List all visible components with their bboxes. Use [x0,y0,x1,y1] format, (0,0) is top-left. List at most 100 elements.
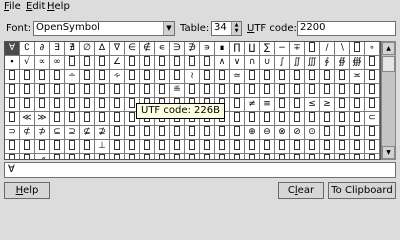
char-cell[interactable] [320,140,334,153]
char-cell[interactable] [290,70,304,83]
char-cell[interactable] [305,112,319,125]
char-cell[interactable]: ⊉ [95,126,109,139]
char-cell[interactable]: ≝ [170,84,184,97]
char-cell[interactable] [200,70,214,83]
scrollbar-thumb[interactable] [382,56,395,72]
menu-file[interactable]: File [4,1,21,13]
char-cell[interactable]: ∯ [335,56,349,69]
char-cell[interactable] [50,84,64,97]
char-cell[interactable] [65,140,79,153]
char-cell[interactable] [230,98,244,111]
scroll-up-icon[interactable]: ▲ [382,42,395,55]
char-cell[interactable]: ≤ [305,98,319,111]
char-cell[interactable]: ≫ [35,112,49,125]
char-cell[interactable]: ∋ [170,42,184,55]
char-cell[interactable] [305,42,319,55]
char-cell[interactable] [20,84,34,97]
char-cell[interactable]: √ [20,56,34,69]
char-cell[interactable] [305,140,319,153]
char-cell[interactable] [35,98,49,111]
char-cell[interactable] [245,84,259,97]
char-cell[interactable] [230,154,244,159]
clear-button[interactable]: Clear [278,182,324,199]
char-cell[interactable]: ⊙ [305,126,319,139]
char-cell[interactable] [170,56,184,69]
char-cell[interactable] [185,56,199,69]
char-cell[interactable]: ∏ [230,42,244,55]
char-cell[interactable]: ∃ [50,42,64,55]
char-cell[interactable] [245,70,259,83]
char-cell[interactable] [5,154,19,159]
char-cell[interactable] [110,154,124,159]
char-cell[interactable] [350,112,364,125]
char-cell[interactable] [215,154,229,159]
char-cell[interactable]: ∧ [215,56,229,69]
char-cell[interactable] [125,154,139,159]
char-cell[interactable] [305,84,319,97]
char-cell[interactable] [365,56,379,69]
char-cell[interactable] [125,140,139,153]
char-cell[interactable] [275,98,289,111]
char-cell[interactable]: ⊖ [260,126,274,139]
char-cell[interactable] [275,84,289,97]
char-cell[interactable]: ∰ [350,56,364,69]
char-cell[interactable] [5,98,19,111]
char-cell[interactable] [170,126,184,139]
char-cell[interactable]: ≀ [185,70,199,83]
char-cell[interactable] [125,70,139,83]
char-cell[interactable] [260,154,274,159]
char-cell[interactable]: ⊘ [290,126,304,139]
char-cell[interactable] [365,98,379,111]
char-cell[interactable] [245,140,259,153]
char-cell[interactable] [200,56,214,69]
dropdown-arrow-icon[interactable]: ▼ [163,22,174,35]
char-cell[interactable] [5,140,19,153]
char-cell[interactable] [95,112,109,125]
char-cell[interactable] [80,98,94,111]
char-cell[interactable] [260,70,274,83]
table-spinbox[interactable]: 34 ▲ ▼ [211,21,242,36]
char-cell[interactable]: ⊈ [80,126,94,139]
char-cell[interactable] [185,126,199,139]
char-cell[interactable]: ≃ [230,70,244,83]
char-cell[interactable] [185,84,199,97]
char-cell[interactable] [350,126,364,139]
char-cell[interactable] [125,126,139,139]
char-cell[interactable] [320,112,334,125]
char-cell[interactable]: ∙ [5,56,19,69]
char-cell[interactable]: ≍ [350,70,364,83]
char-cell[interactable] [80,154,94,159]
char-cell[interactable] [95,56,109,69]
char-cell[interactable] [5,70,19,83]
char-cell[interactable]: ∇ [110,42,124,55]
spin-down-icon[interactable]: ▼ [231,28,241,35]
char-cell[interactable]: ⊂ [365,112,379,125]
char-cell[interactable]: ⊿ [35,154,49,159]
char-cell[interactable] [365,126,379,139]
char-cell[interactable] [290,140,304,153]
char-cell[interactable]: ∪ [260,56,274,69]
char-cell[interactable] [125,84,139,97]
char-cell[interactable] [95,154,109,159]
char-cell[interactable] [20,140,34,153]
char-cell[interactable]: ⊗ [275,126,289,139]
char-cell[interactable] [200,140,214,153]
char-cell[interactable] [365,140,379,153]
char-cell[interactable] [5,84,19,97]
menu-edit[interactable]: Edit [26,1,45,13]
char-cell[interactable] [20,98,34,111]
char-cell[interactable] [65,154,79,159]
char-cell[interactable] [95,70,109,83]
char-cell[interactable] [290,98,304,111]
char-cell[interactable] [80,140,94,153]
char-cell[interactable] [140,140,154,153]
char-cell[interactable]: ∄ [65,42,79,55]
char-cell[interactable] [350,98,364,111]
char-cell[interactable] [20,70,34,83]
char-cell[interactable] [335,112,349,125]
char-cell[interactable]: ⊕ [245,126,259,139]
char-cell[interactable] [335,140,349,153]
char-cell[interactable] [110,98,124,111]
char-cell[interactable] [140,84,154,97]
char-cell[interactable] [350,140,364,153]
